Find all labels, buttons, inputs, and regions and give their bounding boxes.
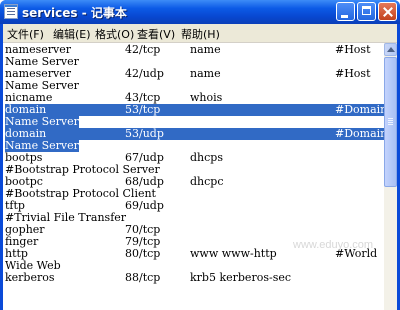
text-line-field: 53/udp: [125, 127, 164, 140]
menu-help[interactable]: 帮助(H): [181, 26, 220, 42]
scroll-thumb[interactable]: [384, 57, 397, 187]
menu-file[interactable]: 文件(F): [7, 26, 44, 42]
text-line: Name Server: [5, 116, 384, 128]
text-line-field: dhcps: [190, 151, 223, 164]
text-line: #Bootstrap Protocol Client: [5, 188, 384, 200]
text-line-field: dhcpc: [190, 175, 224, 188]
menu-view[interactable]: 查看(V): [137, 26, 175, 42]
text-line-field: 42/tcp: [125, 43, 161, 56]
text-line-field: 88/tcp: [125, 271, 161, 284]
text-editor-area[interactable]: nameserver 42/tcp name #Host Name Server name…: [3, 43, 384, 310]
text-line-field: name: [190, 67, 221, 80]
watermark: www.eduyo.com: [293, 239, 374, 251]
window-title: services - 记事本: [22, 6, 127, 20]
text-line-field: #Domain: [335, 128, 384, 140]
text-line-field: #Host: [335, 67, 371, 80]
menu-edit[interactable]: 编辑(E): [53, 26, 91, 42]
title-bar[interactable]: services - 记事本: [0, 0, 400, 24]
text-line-field: 80/tcp: [125, 247, 161, 260]
text-line: gopher 70/tcp: [5, 224, 384, 236]
text-line: kerberos 88/tcp krb5 kerberos-sec: [5, 272, 384, 284]
text-line: nicname 43/tcp whois: [5, 92, 384, 104]
notepad-icon[interactable]: [4, 4, 18, 19]
maximize-button[interactable]: [357, 2, 376, 21]
vertical-scrollbar[interactable]: [384, 43, 397, 310]
text-line-field: #Host: [335, 43, 371, 56]
text-line-field: 53/tcp: [125, 103, 161, 116]
text-line-field: #Domain: [335, 104, 384, 116]
text-line-field: kerberos: [5, 271, 55, 284]
scroll-up-button[interactable]: [384, 43, 397, 56]
notepad-window: services - 记事本 文件(F) 编辑(E) 格式(O) 查看(V) 帮…: [0, 0, 400, 310]
minimize-button[interactable]: [336, 2, 355, 21]
text-line: #Trivial File Transfer: [5, 212, 384, 224]
text-line-field: krb5 kerberos-sec: [190, 271, 292, 284]
text-line-field: whois: [190, 91, 223, 104]
menu-bar: 文件(F) 编辑(E) 格式(O) 查看(V) 帮助(H): [3, 24, 397, 43]
text-line-field: 42/udp: [125, 67, 164, 80]
text-line-field: www www-http: [190, 247, 277, 260]
text-line-field: 69/udp: [125, 199, 164, 212]
menu-format[interactable]: 格式(O): [95, 26, 134, 42]
close-button[interactable]: [378, 2, 397, 21]
text-line-field: name: [190, 43, 221, 56]
